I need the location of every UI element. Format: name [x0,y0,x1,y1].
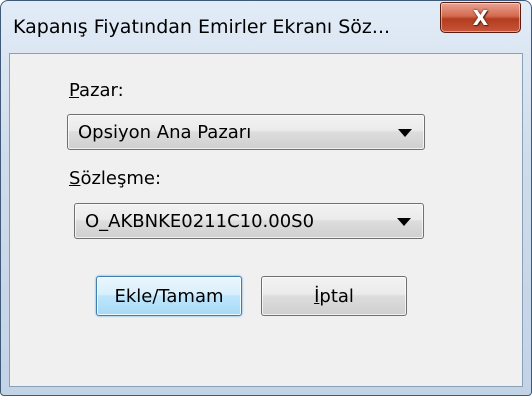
contract-label-text: özleşme: [80,168,162,189]
cancel-button[interactable]: İptal [261,276,407,316]
window-title: Kapanış Fiyatından Emirler Ekranı Söz... [13,16,391,38]
close-icon: X [472,5,489,30]
contract-select-value: O_AKBNKE0211C10.00S0 [85,211,315,232]
chevron-down-icon[interactable] [398,129,412,137]
market-select-value: Opsiyon Ana Pazarı [78,122,252,143]
market-label-text: azar: [79,80,124,101]
dialog-window: Kapanış Fiyatından Emirler Ekranı Söz...… [0,0,532,396]
dialog-body: Pazar: Opsiyon Ana Pazarı Sözleşme: O_AK… [9,53,523,387]
contract-label-accelerator: S [69,168,81,189]
contract-select[interactable]: O_AKBNKE0211C10.00S0 [74,203,424,239]
ok-button[interactable]: Ekle/Tamam [96,276,242,316]
market-select[interactable]: Opsiyon Ana Pazarı [67,114,425,150]
title-bar[interactable]: Kapanış Fiyatından Emirler Ekranı Söz...… [1,1,531,53]
close-button[interactable]: X [440,2,521,33]
market-label-accelerator: P [69,80,80,101]
contract-label: Sözleşme: [69,168,161,189]
market-label: Pazar: [69,80,124,101]
chevron-down-icon[interactable] [397,218,411,226]
cancel-button-label: ptal [319,285,354,307]
